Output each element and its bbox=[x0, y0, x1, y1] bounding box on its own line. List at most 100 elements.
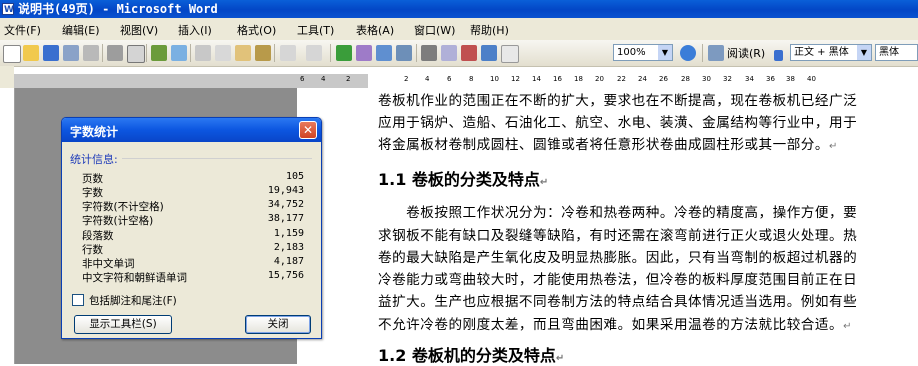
ruler-number: 32 bbox=[723, 75, 732, 83]
vertical-ruler[interactable] bbox=[0, 88, 15, 364]
font-value: 黑体 bbox=[879, 47, 899, 58]
menu-insert[interactable]: 插入(I) bbox=[178, 22, 212, 38]
stat-value: 15,756 bbox=[267, 270, 304, 281]
close-icon[interactable]: ✕ bbox=[299, 121, 317, 139]
style-combo[interactable]: 正文 + 黑体 ▼ bbox=[790, 44, 872, 61]
menu-edit[interactable]: 编辑(E) bbox=[62, 22, 100, 38]
ruler-number: 20 bbox=[595, 75, 604, 83]
section-heading[interactable]: 1.1 卷板的分类及特点↵ bbox=[378, 166, 548, 190]
stat-label: 行数 bbox=[82, 244, 103, 256]
help-icon[interactable] bbox=[680, 45, 696, 61]
print-icon[interactable] bbox=[107, 45, 123, 61]
document-map-icon[interactable] bbox=[461, 45, 477, 61]
spelling-icon[interactable] bbox=[151, 45, 167, 61]
paste-icon[interactable] bbox=[235, 45, 251, 61]
statistics-label: 统计信息: bbox=[70, 153, 118, 166]
stat-row-chars-with-spaces: 字符数(计空格) 38,177 bbox=[82, 213, 304, 227]
toolbar-separator bbox=[330, 44, 331, 62]
toolbar-separator bbox=[416, 44, 417, 62]
ruler-number: 40 bbox=[807, 75, 816, 83]
new-document-icon[interactable] bbox=[3, 45, 21, 63]
window-title-bar[interactable]: 说明书(49页) - Microsoft Word bbox=[0, 0, 918, 19]
stat-label: 字符数(计空格) bbox=[82, 215, 154, 227]
read-mode-label[interactable]: 阅读(R) bbox=[727, 45, 765, 61]
body-line[interactable]: 卷板机作业的范围正在不断的扩大，要求也在不断提高，现在卷板机已经广泛 bbox=[378, 89, 857, 109]
body-line[interactable]: 求钢板不能有缺口及裂缝等缺陷，有时还需在滚弯前进行正火或退火处理。热 bbox=[378, 224, 857, 244]
ruler-number: 16 bbox=[553, 75, 562, 83]
copy-icon[interactable] bbox=[215, 45, 231, 61]
toolbar-separator bbox=[702, 44, 703, 62]
print-preview-icon[interactable] bbox=[83, 45, 99, 61]
body-line[interactable]: 冷卷能力或弯曲较大时，才能使用热卷法，但冷卷的板料厚度范围目前正在日 bbox=[378, 268, 857, 288]
body-line[interactable]: 卷的最大缺陷是产生氧化皮及明显热膨胀。因此，只有当弯制的板超过机器的 bbox=[378, 246, 857, 266]
dialog-title: 字数统计 bbox=[70, 125, 119, 139]
chevron-down-icon[interactable]: ▼ bbox=[658, 45, 672, 60]
menu-table[interactable]: 表格(A) bbox=[356, 22, 394, 38]
redo-icon[interactable] bbox=[306, 45, 322, 61]
ruler-number: 12 bbox=[511, 75, 520, 83]
ruler-number: 30 bbox=[702, 75, 711, 83]
undo-icon[interactable] bbox=[280, 45, 296, 61]
section-heading[interactable]: 1.2 卷板机的分类及特点↵ bbox=[378, 342, 564, 366]
show-hide-icon[interactable] bbox=[481, 45, 497, 61]
permission-icon[interactable] bbox=[63, 45, 79, 61]
read-mode-icon[interactable] bbox=[708, 45, 724, 61]
body-line[interactable]: 应用于锅炉、造船、石油化工、航空、水电、装潢、金属结构等行业中，用于 bbox=[378, 111, 857, 131]
body-line[interactable]: 卷板按照工作状况分为：冷卷和热卷两种。冷卷的精度高，操作方便，要 bbox=[378, 201, 857, 221]
zoom-value: 100% bbox=[617, 47, 646, 58]
open-folder-icon[interactable] bbox=[23, 45, 39, 61]
tables-borders-icon[interactable] bbox=[356, 45, 372, 61]
stat-value: 4,187 bbox=[273, 256, 304, 267]
stat-row-non-chinese-words: 非中文单词 4,187 bbox=[82, 256, 304, 270]
stat-label: 字数 bbox=[82, 187, 103, 199]
toolbar-separator bbox=[102, 44, 103, 62]
font-combo[interactable]: 黑体 bbox=[875, 44, 918, 61]
menu-format[interactable]: 格式(O) bbox=[237, 22, 276, 38]
menu-view[interactable]: 视图(V) bbox=[120, 22, 158, 38]
window-title: 说明书(49页) - Microsoft Word bbox=[18, 2, 218, 16]
style-value: 正文 + 黑体 bbox=[794, 47, 849, 58]
dialog-title-bar[interactable]: 字数统计 ✕ bbox=[62, 118, 321, 142]
body-line[interactable]: 将金属板材卷制成圆柱、圆锥或者将任意形状卷曲成圆柱形或其一部分。↵ bbox=[378, 133, 838, 153]
include-footnotes-checkbox[interactable] bbox=[72, 294, 84, 306]
cut-icon[interactable] bbox=[195, 45, 211, 61]
chevron-down-icon[interactable]: ▼ bbox=[857, 45, 871, 60]
menu-window[interactable]: 窗口(W) bbox=[414, 22, 455, 38]
stat-label: 页数 bbox=[82, 173, 103, 185]
stat-value: 105 bbox=[285, 171, 304, 182]
hyperlink-icon[interactable] bbox=[336, 45, 352, 61]
include-footnotes-label[interactable]: 包括脚注和尾注(F) bbox=[89, 293, 177, 308]
body-line[interactable]: 益扩大。生产也应根据不同卷制方法的特点结合具体情况适当选用。例如有些 bbox=[378, 290, 857, 310]
columns-icon[interactable] bbox=[421, 45, 437, 61]
save-icon[interactable] bbox=[43, 45, 59, 61]
standard-toolbar: 100% ▼ 阅读(R) 正文 + 黑体 ▼ 黑体 bbox=[0, 40, 918, 67]
toolbar-options-icon[interactable] bbox=[774, 50, 783, 61]
menu-file[interactable]: 文件(F) bbox=[4, 22, 41, 38]
ruler-number: 14 bbox=[532, 75, 541, 83]
menu-help[interactable]: 帮助(H) bbox=[470, 22, 509, 38]
close-button[interactable]: 关闭 bbox=[245, 315, 311, 334]
stat-row-pages: 页数 105 bbox=[82, 171, 304, 185]
insert-table-icon[interactable] bbox=[376, 45, 392, 61]
show-toolbar-button[interactable]: 显示工具栏(S) bbox=[74, 315, 172, 334]
stat-value: 38,177 bbox=[267, 213, 304, 224]
stat-row-paragraphs: 段落数 1,159 bbox=[82, 228, 304, 242]
ruler-number: 18 bbox=[574, 75, 583, 83]
preview-icon[interactable] bbox=[127, 45, 145, 63]
menu-tools[interactable]: 工具(T) bbox=[297, 22, 334, 38]
ruler-number: 8 bbox=[469, 75, 474, 83]
zoom-combo[interactable]: 100% ▼ bbox=[613, 44, 673, 61]
ruler-number: 34 bbox=[745, 75, 754, 83]
ruler-numbers: 6 4 2 2 4 6 8 10 12 14 16 18 20 22 24 26 28 30 32 34 36 38 40 bbox=[0, 74, 918, 88]
drawing-icon[interactable] bbox=[441, 45, 457, 61]
format-painter-icon[interactable] bbox=[255, 45, 271, 61]
ruler-number: 24 bbox=[638, 75, 647, 83]
toolbar-separator bbox=[146, 44, 147, 62]
formatting-marks-icon[interactable] bbox=[501, 45, 519, 63]
insert-excel-icon[interactable] bbox=[396, 45, 412, 61]
stat-row-lines: 行数 2,183 bbox=[82, 242, 304, 256]
ruler-number: 28 bbox=[681, 75, 690, 83]
body-line[interactable]: 不允许冷卷的刚度太差，而且弯曲困难。如果采用温卷的方法就比较合适。↵ bbox=[378, 313, 852, 333]
paragraph-mark: ↵ bbox=[539, 177, 549, 188]
research-icon[interactable] bbox=[171, 45, 187, 61]
